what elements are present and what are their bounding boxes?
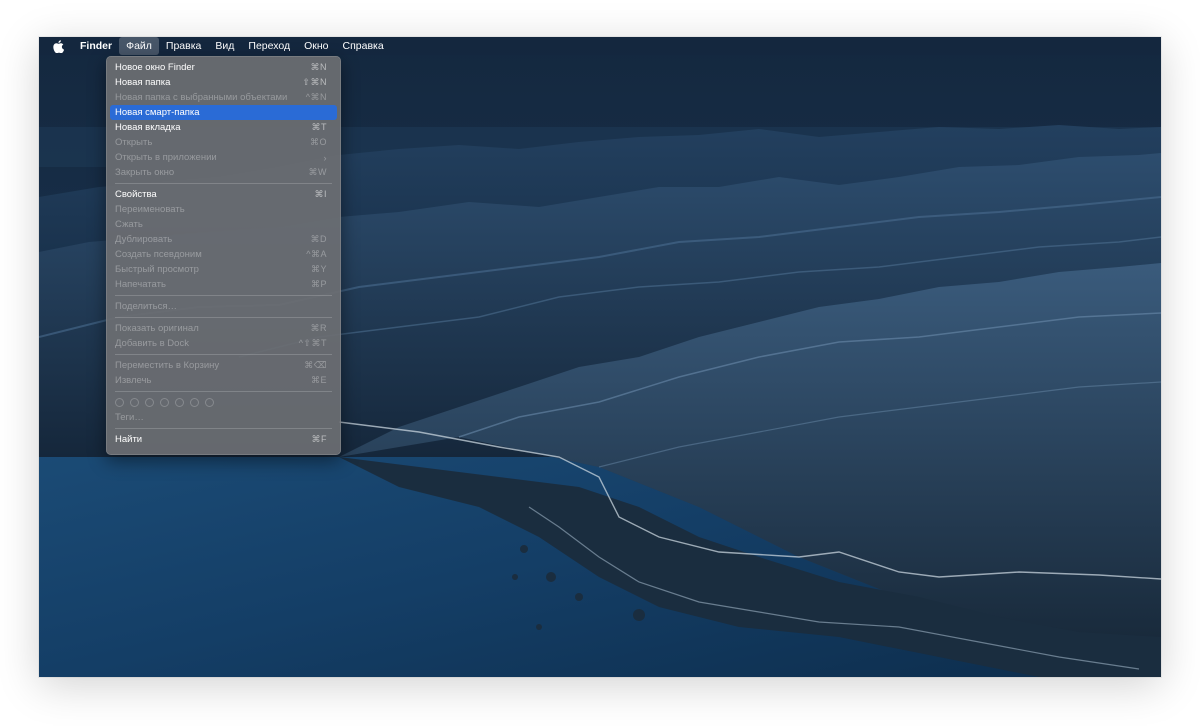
menu-separator — [115, 317, 332, 318]
menu-item-shortcut: ⌘Y — [310, 264, 327, 274]
menu-edit[interactable]: Правка — [159, 37, 208, 55]
menu-item-add-to-dock[interactable]: Добавить в Dock ^⇧⌘T — [110, 336, 337, 351]
menu-item-rename[interactable]: Переименовать — [110, 202, 337, 217]
menu-item-shortcut: ⌘D — [310, 234, 327, 244]
menu-item-open-with[interactable]: Открыть в приложении › — [110, 150, 337, 165]
menu-item-new-folder-with-selection[interactable]: Новая папка с выбранными объектами ^⌘N — [110, 90, 337, 105]
menu-item-shortcut: ⌘W — [308, 167, 327, 177]
menu-separator — [115, 391, 332, 392]
menu-item-show-original[interactable]: Показать оригинал ⌘R — [110, 321, 337, 336]
menu-item-label: Быстрый просмотр — [115, 264, 199, 275]
menu-item-compress[interactable]: Сжать — [110, 217, 337, 232]
menu-item-new-finder-window[interactable]: Новое окно Finder ⌘N — [110, 60, 337, 75]
menu-item-label: Новая вкладка — [115, 122, 181, 133]
menu-item-shortcut: ^⇧⌘T — [298, 338, 327, 348]
menu-item-shortcut: ⌘R — [310, 323, 327, 333]
menu-item-shortcut: ⌘N — [310, 62, 327, 72]
menu-item-get-info[interactable]: Свойства ⌘I — [110, 187, 337, 202]
menu-item-new-smart-folder[interactable]: Новая смарт-папка — [110, 105, 337, 120]
menu-item-find[interactable]: Найти ⌘F — [110, 432, 337, 447]
menu-item-shortcut: ⌘T — [311, 122, 327, 132]
menu-item-label: Переименовать — [115, 204, 185, 215]
menu-item-label: Переместить в Корзину — [115, 360, 220, 371]
menu-item-label: Дублировать — [115, 234, 173, 245]
menu-item-label: Напечатать — [115, 279, 166, 290]
desktop-screen: Finder Файл Правка Вид Переход Окно Спра… — [39, 37, 1161, 677]
file-menu-dropdown: Новое окно Finder ⌘N Новая папка ⇧⌘N Нов… — [106, 56, 341, 455]
tag-dot-icon[interactable] — [205, 398, 214, 407]
tag-dot-icon[interactable] — [145, 398, 154, 407]
menu-item-label: Новая папка с выбранными объектами — [115, 92, 288, 103]
menu-item-quick-look[interactable]: Быстрый просмотр ⌘Y — [110, 262, 337, 277]
menu-view[interactable]: Вид — [208, 37, 241, 55]
tag-dot-icon[interactable] — [160, 398, 169, 407]
menu-item-label: Новая смарт-папка — [115, 107, 200, 118]
menu-finder[interactable]: Finder — [73, 37, 119, 55]
menu-item-new-tab[interactable]: Новая вкладка ⌘T — [110, 120, 337, 135]
tag-dot-icon[interactable] — [115, 398, 124, 407]
menu-separator — [115, 354, 332, 355]
menu-item-shortcut: ⌘⌫ — [304, 360, 327, 370]
apple-icon[interactable] — [51, 39, 65, 53]
submenu-chevron-icon: › — [323, 152, 327, 163]
menu-file[interactable]: Файл — [119, 37, 159, 55]
menu-item-share[interactable]: Поделиться… — [110, 299, 337, 314]
menu-item-eject[interactable]: Извлечь ⌘E — [110, 373, 337, 388]
menu-item-make-alias[interactable]: Создать псевдоним ^⌘A — [110, 247, 337, 262]
menu-item-label: Закрыть окно — [115, 167, 175, 178]
menu-item-shortcut: ⌘O — [309, 137, 327, 147]
menu-item-label: Свойства — [115, 189, 157, 200]
tag-dot-icon[interactable] — [130, 398, 139, 407]
menu-item-print[interactable]: Напечатать ⌘P — [110, 277, 337, 292]
menu-window[interactable]: Окно — [297, 37, 335, 55]
menu-separator — [115, 295, 332, 296]
menu-item-shortcut: ^⌘A — [306, 249, 327, 259]
menu-item-new-folder[interactable]: Новая папка ⇧⌘N — [110, 75, 337, 90]
tag-colors-row — [110, 395, 337, 410]
menu-item-label: Теги… — [115, 412, 144, 423]
menu-item-label: Найти — [115, 434, 143, 445]
menu-bar: Finder Файл Правка Вид Переход Окно Спра… — [39, 37, 1161, 55]
menu-item-label: Показать оригинал — [115, 323, 199, 334]
menu-item-shortcut: ⌘I — [314, 189, 327, 199]
menu-item-label: Создать псевдоним — [115, 249, 202, 260]
menu-item-label: Открыть — [115, 137, 153, 148]
menu-go[interactable]: Переход — [241, 37, 297, 55]
menu-item-shortcut: ⌘F — [311, 434, 327, 444]
menu-item-duplicate[interactable]: Дублировать ⌘D — [110, 232, 337, 247]
menu-item-shortcut: ^⌘N — [305, 92, 327, 102]
menu-item-label: Поделиться… — [115, 301, 177, 312]
menu-separator — [115, 428, 332, 429]
menu-item-label: Сжать — [115, 219, 143, 230]
menu-item-tags[interactable]: Теги… — [110, 410, 337, 425]
menu-item-label: Добавить в Dock — [115, 338, 189, 349]
menu-item-move-to-trash[interactable]: Переместить в Корзину ⌘⌫ — [110, 358, 337, 373]
tag-dot-icon[interactable] — [175, 398, 184, 407]
menu-item-open[interactable]: Открыть ⌘O — [110, 135, 337, 150]
menu-separator — [115, 183, 332, 184]
menu-item-label: Новая папка — [115, 77, 171, 88]
menu-item-label: Открыть в приложении — [115, 152, 217, 163]
menu-item-shortcut: ⇧⌘N — [302, 77, 327, 87]
menu-item-label: Извлечь — [115, 375, 152, 386]
menu-item-shortcut: ⌘P — [310, 279, 327, 289]
tag-dot-icon[interactable] — [190, 398, 199, 407]
menu-item-close-window[interactable]: Закрыть окно ⌘W — [110, 165, 337, 180]
menu-item-shortcut: ⌘E — [310, 375, 327, 385]
menu-item-label: Новое окно Finder — [115, 62, 195, 73]
menu-help[interactable]: Справка — [336, 37, 391, 55]
